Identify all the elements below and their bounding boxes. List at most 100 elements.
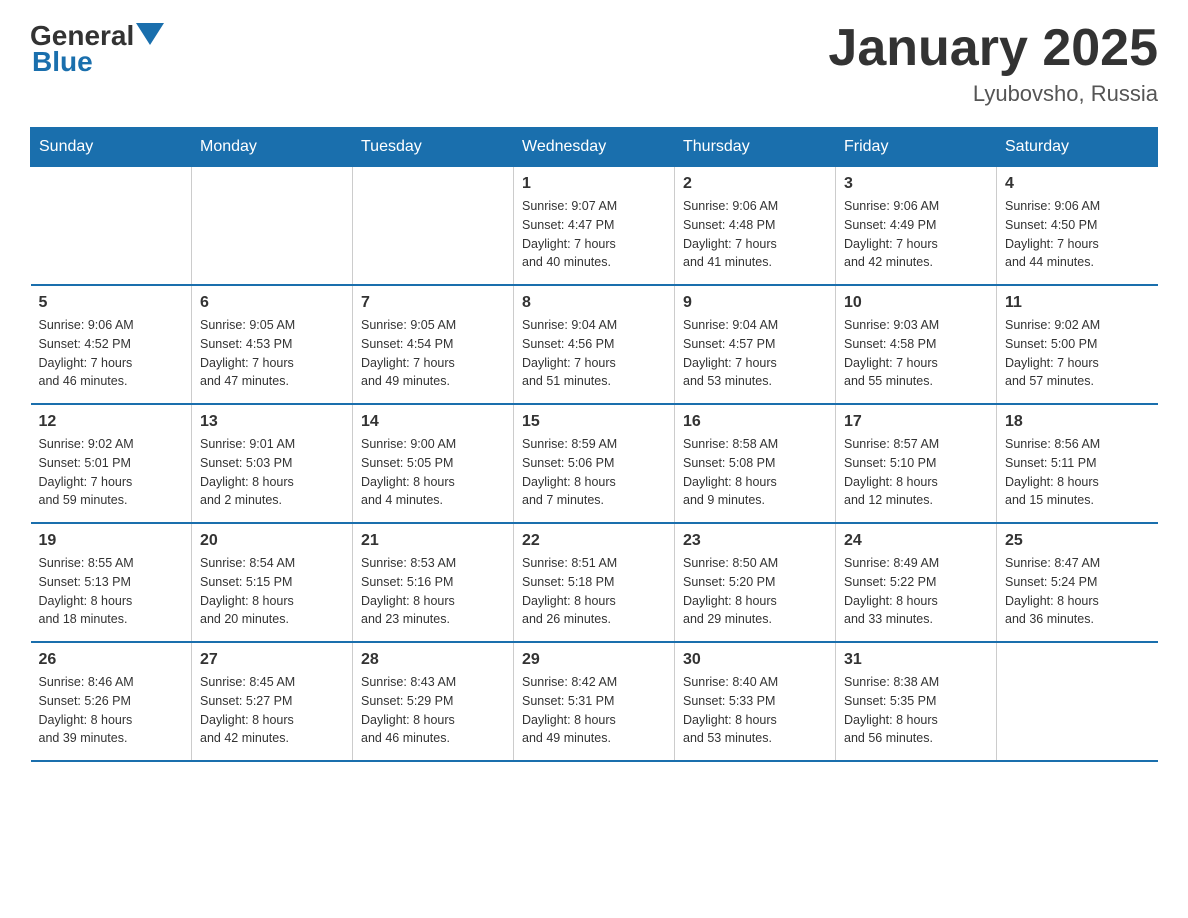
day-info: Sunrise: 8:50 AMSunset: 5:20 PMDaylight:…	[683, 554, 827, 629]
day-info: Sunrise: 8:49 AMSunset: 5:22 PMDaylight:…	[844, 554, 988, 629]
day-number: 15	[522, 413, 666, 431]
calendar-cell: 8 Sunrise: 9:04 AMSunset: 4:56 PMDaylight…	[514, 285, 675, 404]
day-number: 28	[361, 651, 505, 669]
calendar-cell: 5Sunrise: 9:06 AMSunset: 4:52 PMDaylight…	[31, 285, 192, 404]
day-info: Sunrise: 9:05 AMSunset: 4:53 PMDaylight:…	[200, 316, 344, 391]
calendar-cell: 30Sunrise: 8:40 AMSunset: 5:33 PMDayligh…	[675, 642, 836, 761]
day-number: 23	[683, 532, 827, 550]
calendar-cell: 7Sunrise: 9:05 AMSunset: 4:54 PMDaylight…	[353, 285, 514, 404]
day-info: Sunrise: 9:04 AMSunset: 4:57 PMDaylight:…	[683, 316, 827, 391]
day-info: Sunrise: 8:45 AMSunset: 5:27 PMDaylight:…	[200, 673, 344, 748]
day-info: Sunrise: 9:06 AMSunset: 4:48 PMDaylight:…	[683, 197, 827, 272]
day-number: 4	[1005, 175, 1150, 193]
day-info: Sunrise: 9:06 AMSunset: 4:52 PMDaylight:…	[39, 316, 184, 391]
day-number: 18	[1005, 413, 1150, 431]
calendar-cell: 28 Sunrise: 8:43 AMSunset: 5:29 PMDayligh…	[353, 642, 514, 761]
day-number: 3	[844, 175, 988, 193]
day-info: Sunrise: 9:06 AMSunset: 4:49 PMDaylight:…	[844, 197, 988, 272]
calendar-cell: 24 Sunrise: 8:49 AMSunset: 5:22 PMDayligh…	[836, 523, 997, 642]
day-number: 8	[522, 294, 666, 312]
day-info: Sunrise: 8:47 AMSunset: 5:24 PMDaylight:…	[1005, 554, 1150, 629]
calendar-cell: 22 Sunrise: 8:51 AMSunset: 5:18 PMDayligh…	[514, 523, 675, 642]
calendar-cell: 21 Sunrise: 8:53 AMSunset: 5:16 PMDayligh…	[353, 523, 514, 642]
day-number: 17	[844, 413, 988, 431]
day-number: 20	[200, 532, 344, 550]
day-info: Sunrise: 9:01 AMSunset: 5:03 PMDaylight:…	[200, 435, 344, 510]
calendar-cell	[31, 167, 192, 286]
day-number: 24	[844, 532, 988, 550]
day-info: Sunrise: 8:43 AMSunset: 5:29 PMDaylight:…	[361, 673, 505, 748]
calendar-cell: 17 Sunrise: 8:57 AMSunset: 5:10 PMDayligh…	[836, 404, 997, 523]
day-info: Sunrise: 8:46 AMSunset: 5:26 PMDaylight:…	[39, 673, 184, 748]
day-info: Sunrise: 8:58 AMSunset: 5:08 PMDaylight:…	[683, 435, 827, 510]
day-info: Sunrise: 8:56 AMSunset: 5:11 PMDaylight:…	[1005, 435, 1150, 510]
calendar-cell: 29Sunrise: 8:42 AMSunset: 5:31 PMDayligh…	[514, 642, 675, 761]
calendar-cell: 15 Sunrise: 8:59 AMSunset: 5:06 PMDayligh…	[514, 404, 675, 523]
day-number: 10	[844, 294, 988, 312]
calendar-body: 1Sunrise: 9:07 AMSunset: 4:47 PMDaylight…	[31, 167, 1158, 762]
calendar-cell: 16Sunrise: 8:58 AMSunset: 5:08 PMDayligh…	[675, 404, 836, 523]
calendar-cell: 9Sunrise: 9:04 AMSunset: 4:57 PMDaylight…	[675, 285, 836, 404]
page-header: General Blue January 2025 Lyubovsho, Rus…	[30, 20, 1158, 107]
day-info: Sunrise: 8:59 AMSunset: 5:06 PMDaylight:…	[522, 435, 666, 510]
calendar-header: SundayMondayTuesdayWednesdayThursdayFrid…	[31, 128, 1158, 167]
day-number: 21	[361, 532, 505, 550]
calendar-title: January 2025	[828, 20, 1158, 77]
week-row-3: 12 Sunrise: 9:02 AMSunset: 5:01 PMDayligh…	[31, 404, 1158, 523]
week-row-4: 19 Sunrise: 8:55 AMSunset: 5:13 PMDayligh…	[31, 523, 1158, 642]
day-number: 22	[522, 532, 666, 550]
calendar-cell: 23 Sunrise: 8:50 AMSunset: 5:20 PMDayligh…	[675, 523, 836, 642]
calendar-cell: 4 Sunrise: 9:06 AMSunset: 4:50 PMDaylight…	[997, 167, 1158, 286]
calendar-cell: 2 Sunrise: 9:06 AMSunset: 4:48 PMDaylight…	[675, 167, 836, 286]
calendar-cell: 6 Sunrise: 9:05 AMSunset: 4:53 PMDaylight…	[192, 285, 353, 404]
header-day-thursday: Thursday	[675, 128, 836, 167]
calendar-cell: 10 Sunrise: 9:03 AMSunset: 4:58 PMDayligh…	[836, 285, 997, 404]
day-info: Sunrise: 8:57 AMSunset: 5:10 PMDaylight:…	[844, 435, 988, 510]
header-day-wednesday: Wednesday	[514, 128, 675, 167]
day-info: Sunrise: 8:55 AMSunset: 5:13 PMDaylight:…	[39, 554, 184, 629]
calendar-cell: 27Sunrise: 8:45 AMSunset: 5:27 PMDayligh…	[192, 642, 353, 761]
day-info: Sunrise: 8:38 AMSunset: 5:35 PMDaylight:…	[844, 673, 988, 748]
day-number: 19	[39, 532, 184, 550]
day-info: Sunrise: 9:02 AMSunset: 5:00 PMDaylight:…	[1005, 316, 1150, 391]
week-row-1: 1Sunrise: 9:07 AMSunset: 4:47 PMDaylight…	[31, 167, 1158, 286]
calendar-cell: 12 Sunrise: 9:02 AMSunset: 5:01 PMDayligh…	[31, 404, 192, 523]
calendar-cell: 25Sunrise: 8:47 AMSunset: 5:24 PMDayligh…	[997, 523, 1158, 642]
day-info: Sunrise: 9:07 AMSunset: 4:47 PMDaylight:…	[522, 197, 666, 272]
day-number: 29	[522, 651, 666, 669]
header-day-sunday: Sunday	[31, 128, 192, 167]
day-number: 2	[683, 175, 827, 193]
day-number: 14	[361, 413, 505, 431]
calendar-cell: 26 Sunrise: 8:46 AMSunset: 5:26 PMDayligh…	[31, 642, 192, 761]
logo: General Blue	[30, 20, 164, 78]
header-row: SundayMondayTuesdayWednesdayThursdayFrid…	[31, 128, 1158, 167]
calendar-cell: 31 Sunrise: 8:38 AMSunset: 5:35 PMDayligh…	[836, 642, 997, 761]
calendar-cell: 20Sunrise: 8:54 AMSunset: 5:15 PMDayligh…	[192, 523, 353, 642]
calendar-cell: 19 Sunrise: 8:55 AMSunset: 5:13 PMDayligh…	[31, 523, 192, 642]
day-info: Sunrise: 9:00 AMSunset: 5:05 PMDaylight:…	[361, 435, 505, 510]
header-day-saturday: Saturday	[997, 128, 1158, 167]
calendar-cell: 11 Sunrise: 9:02 AMSunset: 5:00 PMDayligh…	[997, 285, 1158, 404]
title-section: January 2025 Lyubovsho, Russia	[828, 20, 1158, 107]
calendar-cell: 13Sunrise: 9:01 AMSunset: 5:03 PMDayligh…	[192, 404, 353, 523]
header-day-tuesday: Tuesday	[353, 128, 514, 167]
day-info: Sunrise: 9:04 AMSunset: 4:56 PMDaylight:…	[522, 316, 666, 391]
day-number: 11	[1005, 294, 1150, 312]
day-number: 26	[39, 651, 184, 669]
day-number: 7	[361, 294, 505, 312]
day-number: 12	[39, 413, 184, 431]
day-number: 6	[200, 294, 344, 312]
day-number: 31	[844, 651, 988, 669]
day-info: Sunrise: 9:03 AMSunset: 4:58 PMDaylight:…	[844, 316, 988, 391]
day-info: Sunrise: 8:51 AMSunset: 5:18 PMDaylight:…	[522, 554, 666, 629]
week-row-5: 26 Sunrise: 8:46 AMSunset: 5:26 PMDayligh…	[31, 642, 1158, 761]
calendar-table: SundayMondayTuesdayWednesdayThursdayFrid…	[30, 127, 1158, 762]
day-info: Sunrise: 9:06 AMSunset: 4:50 PMDaylight:…	[1005, 197, 1150, 272]
day-number: 30	[683, 651, 827, 669]
day-info: Sunrise: 8:53 AMSunset: 5:16 PMDaylight:…	[361, 554, 505, 629]
day-info: Sunrise: 9:02 AMSunset: 5:01 PMDaylight:…	[39, 435, 184, 510]
calendar-cell: 1Sunrise: 9:07 AMSunset: 4:47 PMDaylight…	[514, 167, 675, 286]
logo-triangle-icon	[136, 23, 164, 51]
calendar-subtitle: Lyubovsho, Russia	[828, 81, 1158, 107]
calendar-cell	[353, 167, 514, 286]
